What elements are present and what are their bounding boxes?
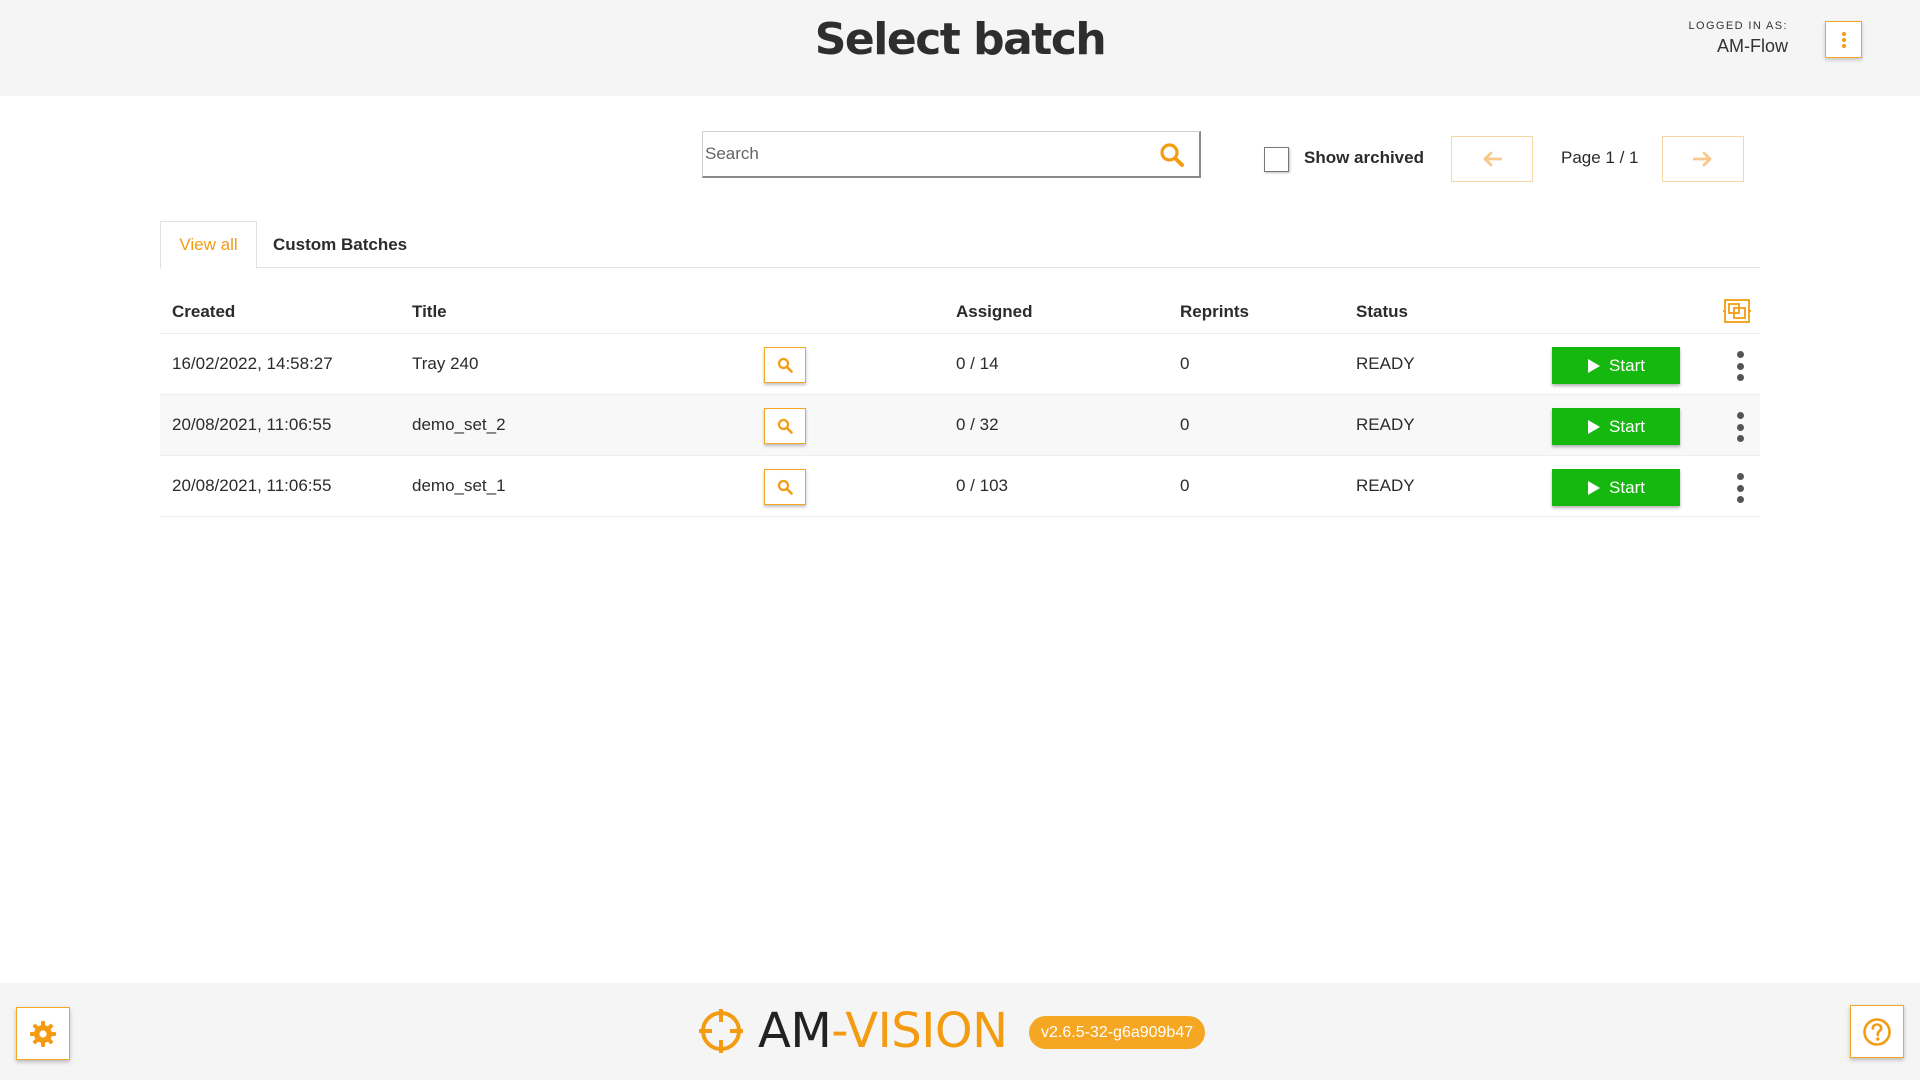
gear-icon [30, 1020, 56, 1047]
cell-status: READY [1356, 476, 1415, 495]
login-caption: LOGGED IN AS: [1688, 20, 1788, 32]
row-menu-button[interactable] [1734, 473, 1746, 503]
column-header-assigned[interactable]: Assigned [956, 302, 1033, 322]
arrow-right-icon [1693, 151, 1712, 167]
cell-assigned: 0 / 103 [956, 476, 1008, 495]
version-badge: v2.6.5-32-g6a909b47 [1029, 1016, 1206, 1049]
footer-bar: AM-VISION v2.6.5-32-g6a909b47 [0, 983, 1920, 1080]
cell-reprints: 0 [1180, 415, 1190, 434]
next-page-button[interactable] [1662, 136, 1744, 182]
help-icon [1863, 1017, 1891, 1046]
username: AM-Flow [1717, 36, 1788, 56]
tab-custom-batches[interactable]: Custom Batches [257, 221, 423, 268]
table-row[interactable]: 20/08/2021, 11:06:55 demo_set_2 0 / 32 0… [160, 395, 1760, 456]
cell-title: Tray 240 [412, 354, 479, 373]
header-menu-button[interactable] [1825, 21, 1862, 58]
previous-page-button[interactable] [1451, 136, 1533, 182]
start-button-label: Start [1609, 355, 1645, 375]
cell-reprints: 0 [1180, 354, 1190, 373]
start-button[interactable]: Start [1552, 347, 1680, 384]
page-indicator: Page 1 / 1 [1561, 148, 1639, 167]
search-icon[interactable] [1159, 142, 1185, 168]
preview-button[interactable] [764, 347, 806, 383]
show-archived-label: Show archived [1304, 148, 1424, 167]
cell-created: 20/08/2021, 11:06:55 [172, 476, 332, 495]
column-header-title[interactable]: Title [412, 302, 447, 322]
table-header: Created Title Assigned Reprints Status [160, 290, 1760, 334]
cell-reprints: 0 [1180, 476, 1190, 495]
cell-assigned: 0 / 32 [956, 415, 999, 434]
play-icon [1588, 419, 1601, 434]
cell-created: 20/08/2021, 11:06:55 [172, 415, 332, 434]
gallery-view-icon[interactable] [1723, 298, 1751, 324]
logo-vision: -VISION [831, 1003, 1008, 1059]
column-header-reprints[interactable]: Reprints [1180, 302, 1249, 322]
start-button[interactable]: Start [1552, 408, 1680, 445]
logo-text: AM-VISION [758, 1003, 1008, 1059]
search-icon [777, 479, 793, 495]
cell-assigned: 0 / 14 [956, 354, 999, 373]
crosshair-logo-icon [699, 1009, 743, 1053]
column-header-created[interactable]: Created [172, 302, 235, 322]
cell-title: demo_set_1 [412, 476, 506, 495]
settings-button[interactable] [16, 1007, 70, 1060]
kebab-icon [1841, 31, 1846, 48]
header-bar: Select batch LOGGED IN AS: AM-Flow [0, 0, 1920, 96]
play-icon [1588, 358, 1601, 373]
row-menu-button[interactable] [1734, 351, 1746, 381]
start-button-label: Start [1609, 477, 1645, 497]
search-icon [777, 418, 793, 434]
play-icon [1588, 480, 1601, 495]
preview-button[interactable] [764, 408, 806, 444]
search-input[interactable] [705, 132, 1145, 176]
help-button[interactable] [1850, 1005, 1904, 1058]
login-info: LOGGED IN AS: AM-Flow [1688, 20, 1788, 57]
cell-status: READY [1356, 354, 1415, 373]
row-menu-button[interactable] [1734, 412, 1746, 442]
cell-status: READY [1356, 415, 1415, 434]
page-title: Select batch [814, 14, 1107, 65]
show-archived-checkbox[interactable] [1264, 147, 1289, 172]
batch-table: Created Title Assigned Reprints Status 1… [160, 290, 1760, 517]
column-header-status[interactable]: Status [1356, 302, 1408, 322]
batch-tabs: View all Custom Batches [160, 221, 1760, 269]
preview-button[interactable] [764, 469, 806, 505]
table-row[interactable]: 16/02/2022, 14:58:27 Tray 240 0 / 14 0 R… [160, 334, 1760, 395]
table-row[interactable]: 20/08/2021, 11:06:55 demo_set_1 0 / 103 … [160, 456, 1760, 517]
arrow-left-icon [1483, 151, 1502, 167]
start-button-label: Start [1609, 416, 1645, 436]
search-icon [777, 357, 793, 373]
search-box [702, 131, 1201, 178]
logo-am: AM [758, 1003, 832, 1059]
cell-title: demo_set_2 [412, 415, 506, 434]
am-vision-logo: AM-VISION [698, 1003, 1008, 1059]
tab-view-all[interactable]: View all [160, 221, 257, 269]
start-button[interactable]: Start [1552, 469, 1680, 506]
cell-created: 16/02/2022, 14:58:27 [172, 354, 333, 373]
